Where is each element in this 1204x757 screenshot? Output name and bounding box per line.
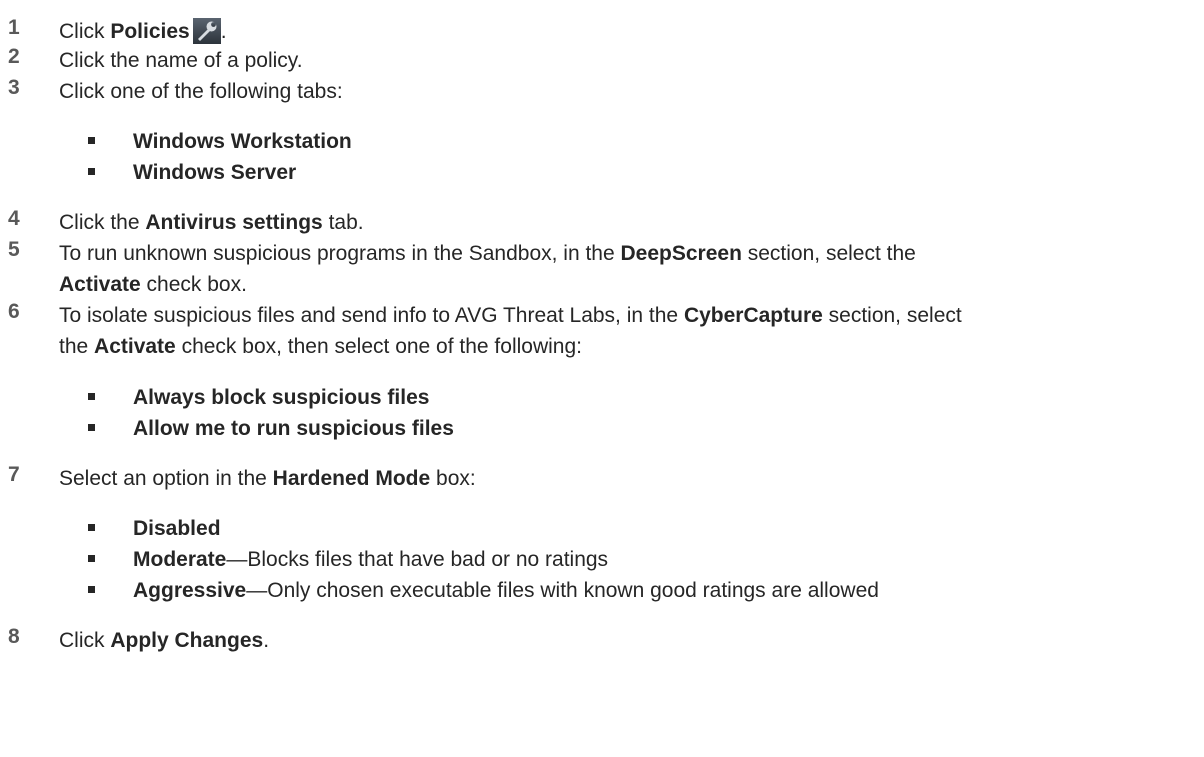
bullet-icon: [88, 393, 95, 400]
step-text: Click Policies .: [59, 18, 227, 44]
step-number: 1: [8, 16, 20, 39]
step-text: Click Apply Changes.: [59, 629, 270, 652]
step-text: To run unknown suspicious programs in th…: [59, 242, 916, 265]
bullet-icon: [88, 168, 95, 175]
step-text: Click the Antivirus settings tab.: [59, 211, 364, 234]
step-text-continued: the Activate check box, then select one …: [59, 335, 582, 358]
document-page: 1 Click Policies . 2 Click the name of a…: [0, 0, 1204, 757]
step-number: 2: [8, 45, 20, 68]
bullet-icon: [88, 586, 95, 593]
step-text: Click the name of a policy.: [59, 49, 303, 72]
step-number: 3: [8, 76, 20, 99]
step-text: To isolate suspicious files and send inf…: [59, 304, 962, 327]
step-number: 8: [8, 625, 20, 648]
step-number: 4: [8, 207, 20, 230]
bullet-icon: [88, 524, 95, 531]
step-number: 5: [8, 238, 20, 261]
step-number: 6: [8, 300, 20, 323]
policies-label: Policies: [110, 20, 190, 43]
step-text: Click one of the following tabs:: [59, 80, 343, 103]
step-text-continued: Activate check box.: [59, 273, 247, 296]
bullet-icon: [88, 137, 95, 144]
wrench-icon: [192, 18, 221, 44]
bullet-icon: [88, 424, 95, 431]
step-number: 7: [8, 463, 20, 486]
step-text: Select an option in the Hardened Mode bo…: [59, 467, 476, 490]
bullet-icon: [88, 555, 95, 562]
